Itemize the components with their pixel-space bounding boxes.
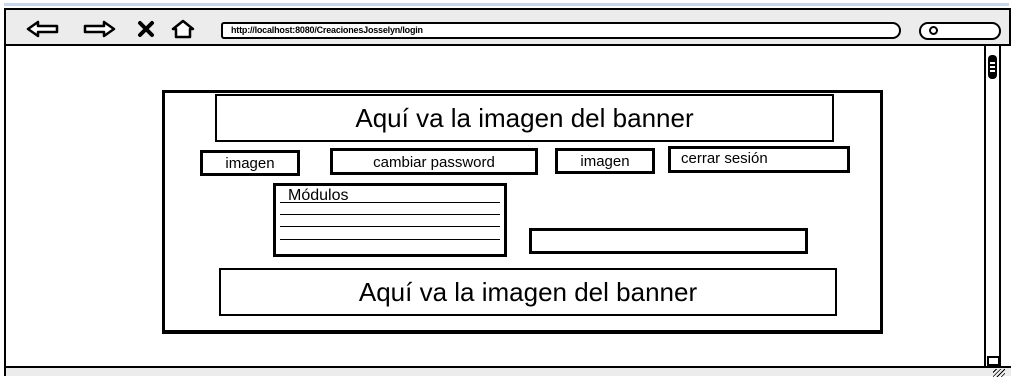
forward-arrow-icon (83, 20, 116, 38)
imagen-right-button[interactable]: imagen (555, 148, 655, 174)
address-bar[interactable]: http://localhost:8080/CreacionesJosselyn… (221, 22, 901, 39)
vertical-scrollbar[interactable] (984, 46, 1001, 368)
stop-button[interactable] (136, 19, 156, 39)
status-bar (4, 366, 1011, 377)
home-icon (171, 19, 195, 39)
top-banner: Aquí va la imagen del banner (215, 94, 834, 142)
logout-button[interactable]: cerrar sesión (668, 146, 850, 173)
window-top-strip (0, 0, 1015, 8)
module-item[interactable] (280, 239, 500, 240)
search-icon (929, 26, 938, 35)
back-arrow-icon (26, 20, 59, 38)
home-button[interactable] (170, 19, 196, 39)
back-button[interactable] (26, 19, 60, 39)
module-item[interactable] (280, 226, 500, 227)
browser-search-input[interactable] (919, 22, 1001, 40)
stop-icon (138, 21, 154, 37)
module-item[interactable] (280, 214, 500, 215)
scroll-down-button[interactable] (987, 356, 1000, 366)
modules-title-underline (280, 202, 500, 203)
scrollbar-thumb[interactable] (988, 55, 997, 79)
modules-list: Módulos (273, 183, 507, 257)
browser-toolbar: http://localhost:8080/CreacionesJosselyn… (4, 8, 1011, 46)
bottom-banner: Aquí va la imagen del banner (219, 268, 837, 316)
content-input[interactable] (529, 228, 808, 254)
change-password-button[interactable]: cambiar password (330, 148, 538, 175)
imagen-left-button[interactable]: imagen (200, 150, 300, 176)
forward-button[interactable] (82, 19, 116, 39)
